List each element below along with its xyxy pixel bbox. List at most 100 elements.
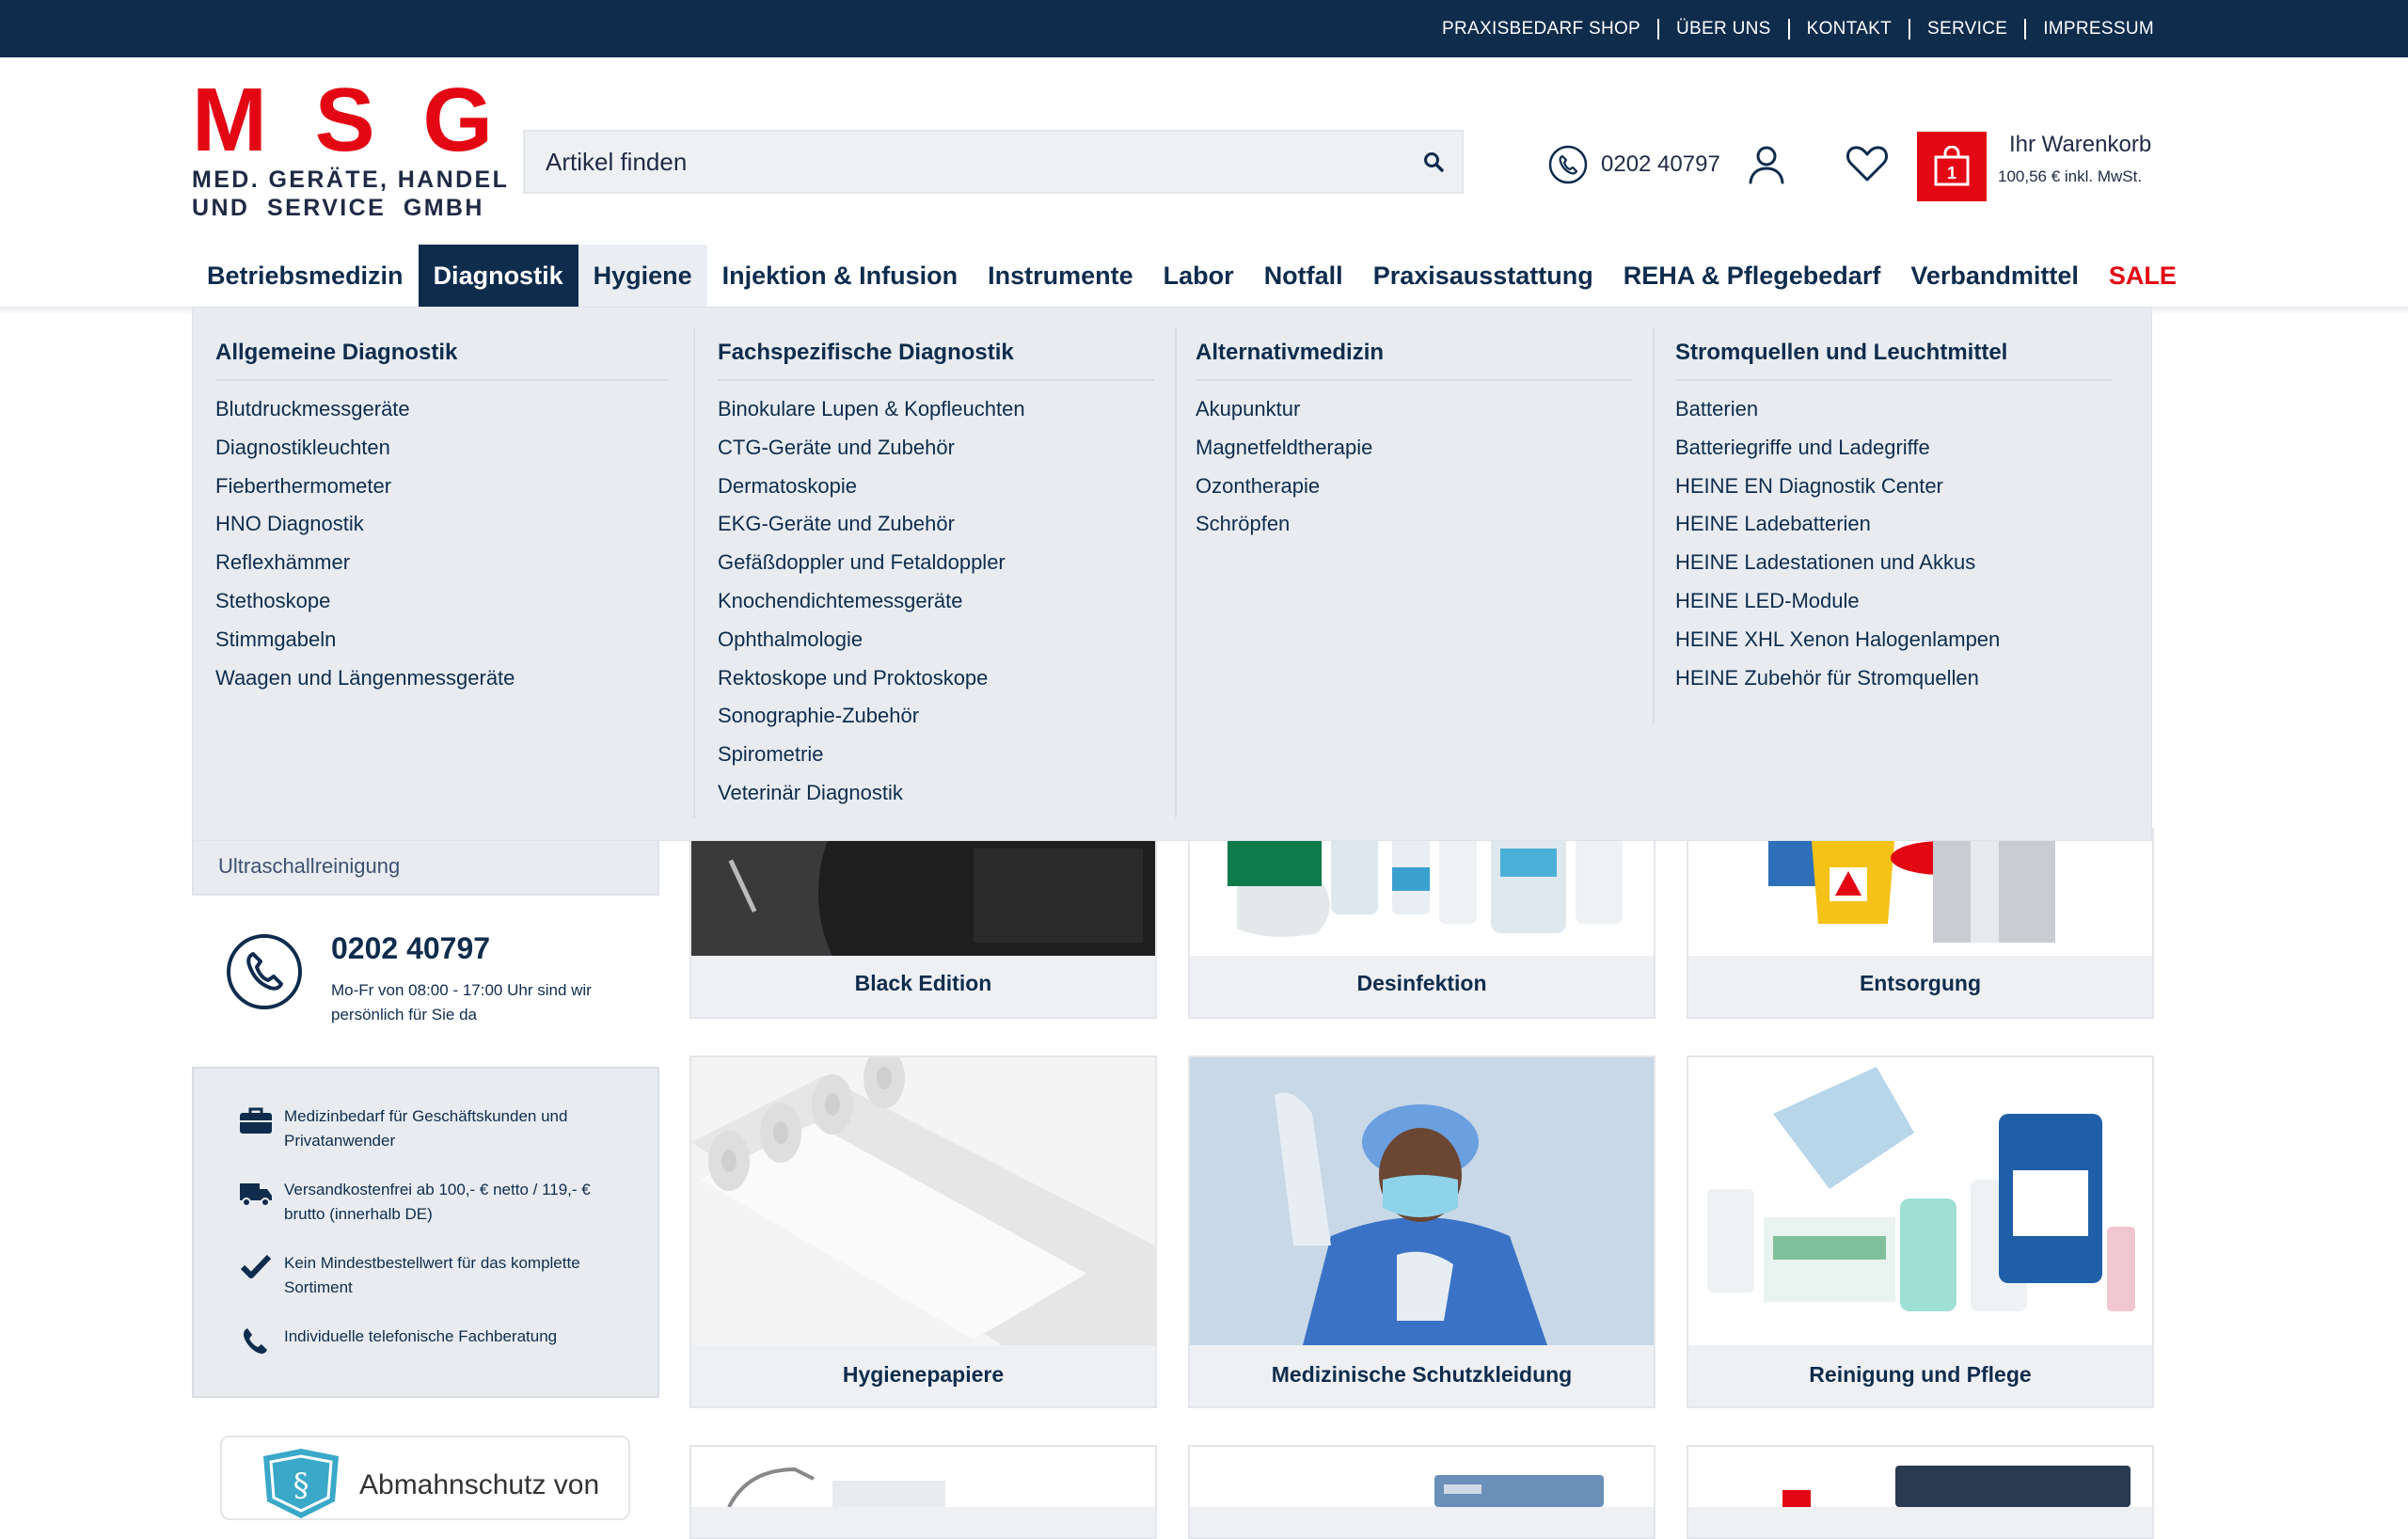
nav-item-betriebsmedizin[interactable]: Betriebsmedizin bbox=[192, 245, 419, 307]
cart-title: Ihr Warenkorb bbox=[2009, 132, 2152, 157]
mega-column-title[interactable]: Stromquellen und Leuchtmittel bbox=[1675, 340, 2112, 381]
category-label: Entsorgung bbox=[1859, 971, 1982, 995]
mega-column-title[interactable]: Allgemeine Diagnostik bbox=[215, 340, 669, 381]
category-label: Medizinische Schutzkleidung bbox=[1271, 1362, 1573, 1387]
sidebar-item-ultraschallreinigung[interactable]: Ultraschallreinigung bbox=[192, 841, 659, 896]
product-image bbox=[691, 1447, 1155, 1507]
top-links: PRAXISBEDARF SHOP ÜBER UNS KONTAKT SERVI… bbox=[1425, 0, 2154, 57]
wishlist-button[interactable] bbox=[1846, 145, 1889, 187]
mega-link[interactable]: Veterinär Diagnostik bbox=[718, 774, 1154, 813]
feature-item: Versandkostenfrei ab 100,- € netto / 119… bbox=[228, 1178, 604, 1227]
category-card-schutzkleidung[interactable]: Medizinische Schutzkleidung bbox=[1188, 1055, 1656, 1408]
mega-menu-diagnostik: Allgemeine Diagnostik Blutdruckmessgerät… bbox=[192, 307, 2152, 841]
account-button[interactable] bbox=[1746, 143, 1787, 189]
toplink-service[interactable]: SERVICE bbox=[1910, 18, 2027, 40]
mega-link[interactable]: Rektoskope und Proktoskope bbox=[718, 659, 1154, 698]
contact-phone[interactable]: 0202 40797 bbox=[331, 931, 490, 966]
category-card-black-edition[interactable]: Black Edition bbox=[689, 828, 1157, 1019]
cart-button[interactable]: 1 bbox=[1917, 132, 1987, 201]
mega-link[interactable]: HEINE Ladebatterien bbox=[1675, 505, 2112, 544]
heart-icon bbox=[1846, 146, 1888, 182]
product-image bbox=[691, 1057, 1155, 1345]
logo-letter-s: S bbox=[314, 70, 375, 170]
contact-hours: Mo-Fr von 08:00 - 17:00 Uhr sind wir per… bbox=[331, 981, 592, 1023]
mega-link[interactable]: Akupunktur bbox=[1196, 390, 1632, 429]
search-button[interactable] bbox=[1405, 132, 1462, 192]
mega-link[interactable]: Waagen und Längenmessgeräte bbox=[215, 659, 669, 698]
mega-link[interactable]: Diagnostikleuchten bbox=[215, 429, 669, 468]
mega-link[interactable]: Ozontherapie bbox=[1196, 468, 1632, 506]
mega-link[interactable]: Reflexhämmer bbox=[215, 544, 669, 582]
nav-item-reha[interactable]: REHA & Pflegebedarf bbox=[1608, 245, 1896, 307]
mega-link[interactable]: Dermatoskopie bbox=[718, 468, 1154, 506]
logo-line-1: MED. GERÄTE, HANDEL bbox=[192, 167, 510, 193]
feature-item: Kein Mindestbestellwert für das komplett… bbox=[228, 1251, 604, 1300]
mega-link[interactable]: Blutdruckmessgeräte bbox=[215, 390, 669, 429]
mega-link[interactable]: Stimmgabeln bbox=[215, 621, 669, 659]
shopping-bag-icon: 1 bbox=[1934, 146, 1970, 186]
trust-badge[interactable]: § Abmahnschutz von bbox=[220, 1436, 630, 1520]
mega-link[interactable]: HEINE EN Diagnostik Center bbox=[1675, 468, 2112, 506]
nav-item-sale[interactable]: SALE bbox=[2094, 245, 2192, 307]
feature-text: Versandkostenfrei ab 100,- € netto / 119… bbox=[284, 1181, 591, 1223]
category-card-entsorgung[interactable]: Entsorgung bbox=[1687, 828, 2154, 1019]
mega-link[interactable]: Gefäßdoppler und Fetaldoppler bbox=[718, 544, 1154, 582]
product-image bbox=[1688, 1057, 2152, 1345]
shield-icon: § bbox=[263, 1449, 339, 1518]
mega-link[interactable]: Batteriegriffe und Ladegriffe bbox=[1675, 429, 2112, 468]
mega-column-allgemeine: Allgemeine Diagnostik Blutdruckmessgerät… bbox=[215, 340, 669, 697]
toplink-about[interactable]: ÜBER UNS bbox=[1659, 18, 1790, 40]
header-phone[interactable]: 0202 40797 bbox=[1548, 145, 1720, 184]
mega-link[interactable]: HEINE Ladestationen und Akkus bbox=[1675, 544, 2112, 582]
mega-link[interactable]: Knochendichtemessgeräte bbox=[718, 582, 1154, 621]
mega-link[interactable]: Fieberthermometer bbox=[215, 468, 669, 506]
category-card[interactable] bbox=[1188, 1445, 1656, 1539]
category-card-desinfektion[interactable]: Desinfektion bbox=[1188, 828, 1656, 1019]
product-image bbox=[1190, 1057, 1654, 1345]
mega-link[interactable]: HEINE LED-Module bbox=[1675, 582, 2112, 621]
mega-link[interactable]: Spirometrie bbox=[718, 736, 1154, 774]
mega-link[interactable]: HEINE XHL Xenon Halogenlampen bbox=[1675, 621, 2112, 659]
mega-link[interactable]: CTG-Geräte und Zubehör bbox=[718, 429, 1154, 468]
logo[interactable]: M S G MED. GERÄTE, HANDEL UND SERVICE GM… bbox=[192, 70, 510, 224]
search-input[interactable] bbox=[525, 132, 1405, 192]
search-bar bbox=[523, 130, 1464, 194]
mega-link[interactable]: Ophthalmologie bbox=[718, 621, 1154, 659]
mega-column-fachspezifische: Fachspezifische Diagnostik Binokulare Lu… bbox=[718, 340, 1154, 813]
mega-link[interactable]: Schröpfen bbox=[1196, 505, 1632, 544]
category-label: Hygienepapiere bbox=[842, 1362, 1005, 1387]
user-icon bbox=[1749, 146, 1784, 184]
mega-link[interactable]: Binokulare Lupen & Kopfleuchten bbox=[718, 390, 1154, 429]
mega-link[interactable]: Magnetfeldtherapie bbox=[1196, 429, 1632, 468]
toplink-shop[interactable]: PRAXISBEDARF SHOP bbox=[1425, 18, 1660, 40]
mega-column-stromquellen: Stromquellen und Leuchtmittel Batterien … bbox=[1675, 340, 2112, 697]
toplink-contact[interactable]: KONTAKT bbox=[1790, 18, 1911, 40]
category-card[interactable] bbox=[689, 1445, 1157, 1539]
nav-item-instrumente[interactable]: Instrumente bbox=[973, 245, 1149, 307]
nav-item-hygiene[interactable]: Hygiene bbox=[578, 245, 707, 307]
features-box: Medizinbedarf für Geschäftskunden und Pr… bbox=[192, 1067, 659, 1398]
nav-item-diagnostik[interactable]: Diagnostik bbox=[418, 245, 578, 307]
logo-letter-g: G bbox=[422, 70, 493, 170]
cart-summary[interactable]: Ihr Warenkorb 100,56 € inkl. MwSt. bbox=[1998, 132, 2151, 186]
mega-link[interactable]: EKG-Geräte und Zubehör bbox=[718, 505, 1154, 544]
nav-item-notfall[interactable]: Notfall bbox=[1249, 245, 1358, 307]
mega-link[interactable]: HNO Diagnostik bbox=[215, 505, 669, 544]
mega-column-title[interactable]: Fachspezifische Diagnostik bbox=[718, 340, 1154, 381]
nav-item-injektion[interactable]: Injektion & Infusion bbox=[707, 245, 974, 307]
nav-item-praxisausstattung[interactable]: Praxisausstattung bbox=[1358, 245, 1608, 307]
nav-item-labor[interactable]: Labor bbox=[1149, 245, 1249, 307]
phone-circle-icon bbox=[1548, 145, 1588, 184]
category-card[interactable] bbox=[1687, 1445, 2154, 1539]
feature-text: Individuelle telefonische Fachberatung bbox=[284, 1327, 558, 1345]
category-card-reinigung[interactable]: Reinigung und Pflege bbox=[1687, 1055, 2154, 1408]
nav-item-verbandmittel[interactable]: Verbandmittel bbox=[1895, 245, 2094, 307]
mega-link[interactable]: Sonographie-Zubehör bbox=[718, 697, 1154, 736]
mega-link[interactable]: Batterien bbox=[1675, 390, 2112, 429]
truck-icon bbox=[240, 1183, 272, 1207]
mega-link[interactable]: Stethoskope bbox=[215, 582, 669, 621]
toplink-impressum[interactable]: IMPRESSUM bbox=[2026, 19, 2154, 40]
mega-link[interactable]: HEINE Zubehör für Stromquellen bbox=[1675, 659, 2112, 698]
mega-column-title[interactable]: Alternativmedizin bbox=[1196, 340, 1632, 381]
category-card-hygienepapiere[interactable]: Hygienepapiere bbox=[689, 1055, 1157, 1408]
